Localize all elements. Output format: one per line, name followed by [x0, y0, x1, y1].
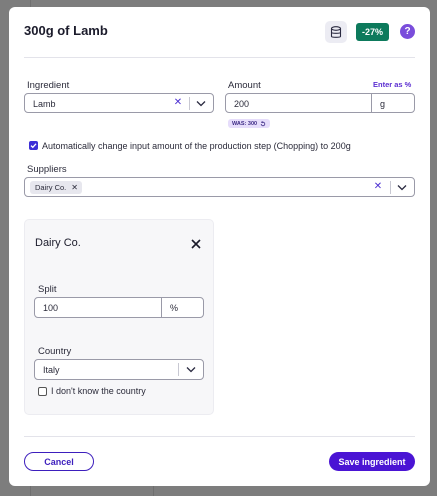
split-unit-value: % [170, 303, 179, 313]
amount-unit-value: g [380, 99, 386, 109]
select-separator [390, 181, 391, 194]
split-unit: % [161, 297, 204, 318]
supplier-card: Dairy Co. Split 100 % Country Italy I do… [24, 219, 214, 415]
ingredient-value: Lamb [33, 99, 56, 109]
help-icon[interactable]: ? [400, 24, 415, 39]
unknown-country-checkbox[interactable] [38, 387, 47, 396]
suppliers-select[interactable]: ✕ [24, 177, 415, 197]
ingredient-select[interactable]: Lamb ✕ [24, 93, 214, 113]
edit-ingredient-dialog: 300g of Lamb -27% ? Ingredient Lamb ✕ Am… [9, 7, 430, 486]
clear-suppliers-icon[interactable]: ✕ [372, 181, 384, 193]
dialog-title: 300g of Lamb [24, 23, 108, 38]
country-value: Italy [43, 365, 60, 375]
chevron-down-icon[interactable] [396, 182, 408, 193]
save-ingredient-button[interactable]: Save ingredient [329, 452, 415, 471]
suppliers-label: Suppliers [27, 164, 67, 175]
select-separator [189, 97, 190, 110]
header-divider [24, 57, 415, 58]
country-select[interactable]: Italy [34, 359, 204, 380]
split-input[interactable]: 100 [34, 297, 162, 318]
chevron-down-icon[interactable] [195, 98, 207, 109]
supplier-chip-label: Dairy Co. [35, 183, 67, 192]
remove-chip-icon[interactable]: ✕ [71, 183, 78, 192]
footer-divider [24, 436, 415, 437]
amount-unit[interactable]: g [371, 93, 415, 113]
revert-icon[interactable] [260, 120, 266, 127]
cancel-button[interactable]: Cancel [24, 452, 94, 471]
ingredient-label: Ingredient [27, 80, 70, 91]
amount-value: 200 [234, 99, 250, 109]
supplier-chip[interactable]: Dairy Co. ✕ [30, 181, 82, 194]
auto-change-label: Automatically change input amount of the… [42, 141, 351, 151]
previous-amount-badge[interactable]: WAS: 300 [228, 119, 271, 128]
country-label: Country [38, 346, 72, 357]
split-value: 100 [43, 303, 59, 313]
select-separator [178, 363, 179, 376]
background-divider [153, 486, 154, 496]
previous-amount-text: WAS: 300 [232, 120, 258, 127]
database-icon[interactable] [325, 21, 347, 43]
unknown-country-label: I don't know the country [51, 386, 146, 396]
change-percent-badge: -27% [356, 23, 389, 41]
supplier-card-title: Dairy Co. [35, 237, 81, 249]
auto-change-checkbox[interactable] [29, 141, 38, 150]
enter-as-percent-link[interactable]: Enter as % [373, 80, 411, 89]
split-label: Split [38, 284, 57, 295]
close-icon[interactable] [190, 238, 202, 250]
dialog-header: 300g of Lamb -27% ? [9, 7, 430, 57]
amount-label: Amount [228, 80, 261, 91]
clear-icon[interactable]: ✕ [172, 97, 184, 109]
chevron-down-icon[interactable] [185, 364, 197, 375]
amount-input[interactable]: 200 [225, 93, 372, 113]
checkmark-icon [30, 143, 37, 149]
